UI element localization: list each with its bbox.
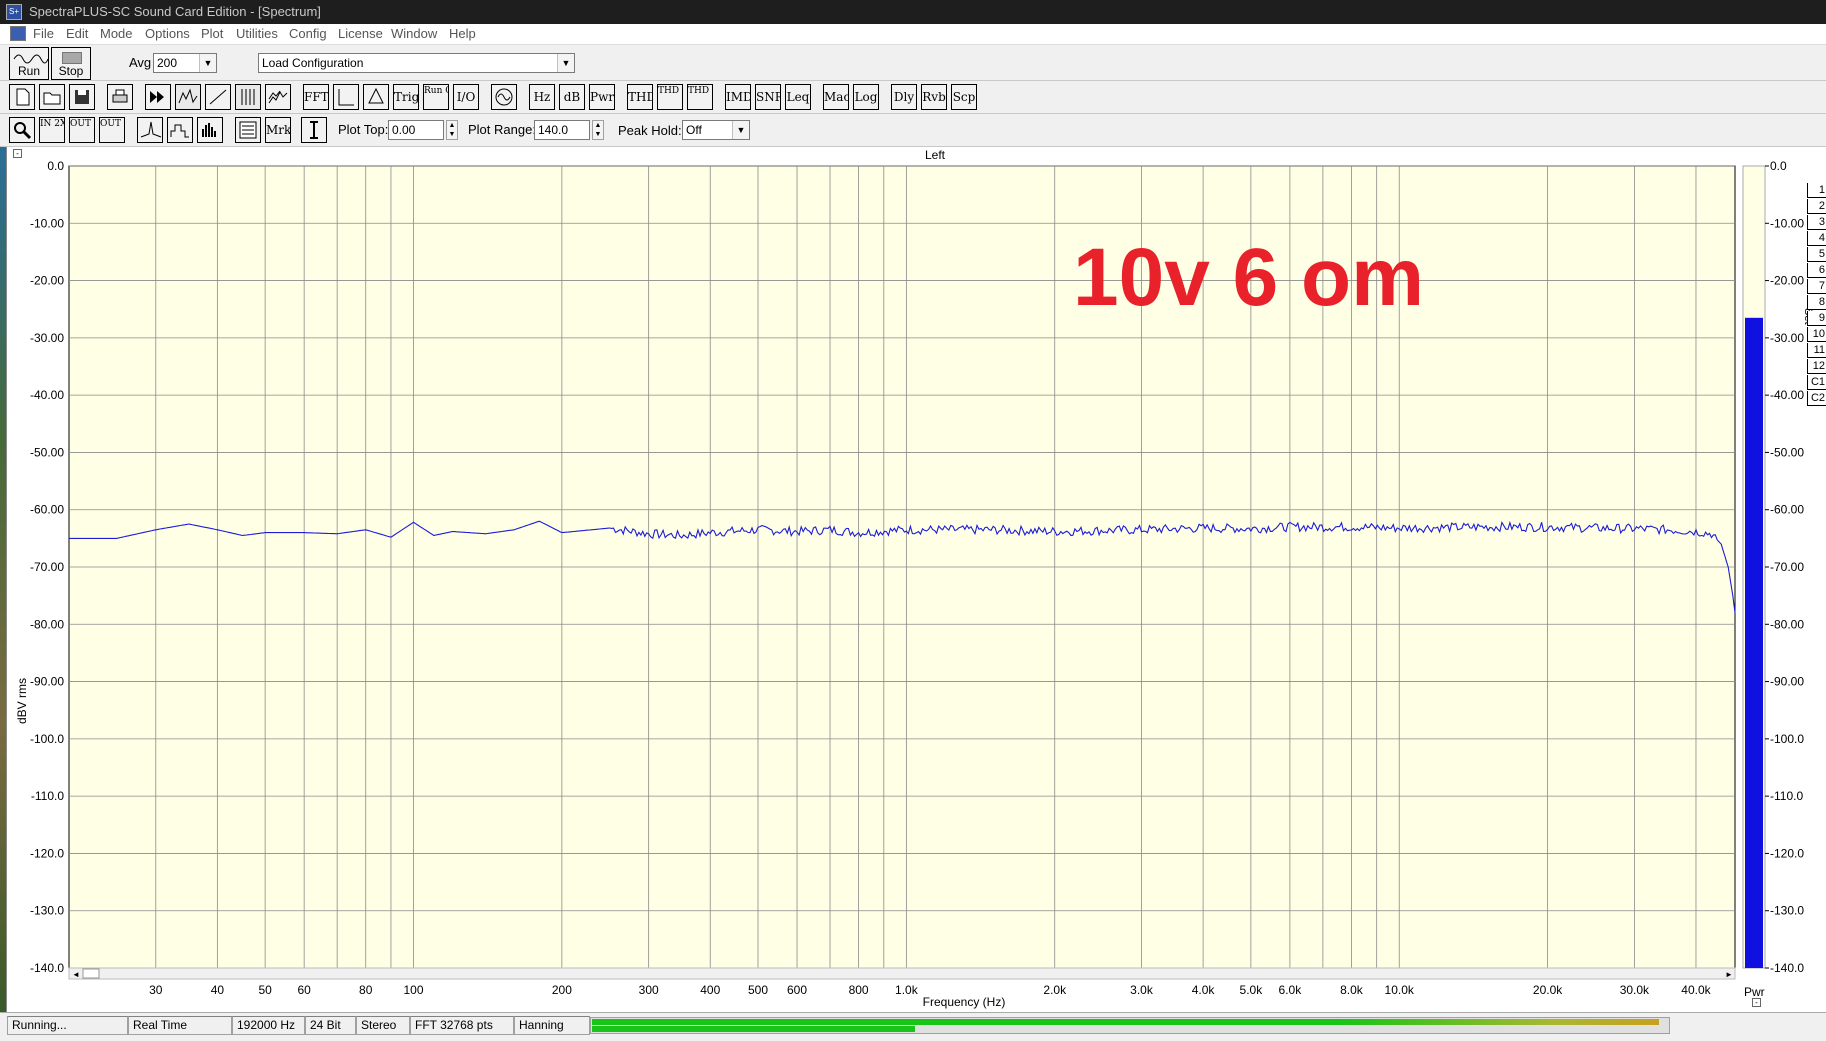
pwr-tick-label: -110.0 <box>1770 789 1803 803</box>
input-level-right <box>592 1026 916 1032</box>
y-tick-label: 0.0 <box>47 159 64 173</box>
y-tick-label: -120.0 <box>30 846 64 860</box>
x-tick-label: 600 <box>787 983 807 997</box>
status-window: Hanning <box>514 1016 590 1035</box>
pwr-tick-label: -130.0 <box>1770 904 1804 918</box>
input-level-meter <box>590 1017 1670 1034</box>
scrollbar-thumb <box>82 968 100 979</box>
x-tick-label: 60 <box>297 983 311 997</box>
x-tick-label: 6.0k <box>1279 983 1303 997</box>
y-tick-label: -60.00 <box>30 503 64 517</box>
x-axis-label: Frequency (Hz) <box>923 995 1006 1009</box>
scroll-right-icon: ► <box>1725 970 1733 979</box>
x-tick-label: 40.0k <box>1681 983 1711 997</box>
y-tick-label: -100.0 <box>30 732 64 746</box>
pwr-tick-label: -140.0 <box>1770 961 1804 975</box>
y-tick-label: -40.00 <box>30 388 64 402</box>
pwr-tick-label: -100.0 <box>1770 732 1804 746</box>
y-tick-label: -30.00 <box>30 331 64 345</box>
y-tick-label: -20.00 <box>30 274 64 288</box>
x-tick-label: 4.0k <box>1192 983 1216 997</box>
x-tick-label: 40 <box>211 983 225 997</box>
pwr-tick-label: -50.00 <box>1770 445 1804 459</box>
spectrum-chart: Left 0.0 -10.00 -20.00 -30.00 -40.00 -50.00 -60… <box>30 148 1804 1009</box>
x-tick-label: 200 <box>552 983 572 997</box>
status-fft-size: FFT 32768 pts <box>410 1016 514 1035</box>
pwr-tick-label: -70.00 <box>1770 560 1804 574</box>
status-bit-depth: 24 Bit <box>305 1016 356 1035</box>
pwr-tick-label: 0.0 <box>1770 159 1787 173</box>
x-tick-label: 30.0k <box>1620 983 1650 997</box>
pwr-tick-label: -80.00 <box>1770 617 1804 631</box>
x-tick-label: 50 <box>258 983 272 997</box>
y-tick-label: -70.00 <box>30 560 64 574</box>
x-tick-label: 800 <box>849 983 869 997</box>
pwr-tick-label: -120.0 <box>1770 846 1804 860</box>
x-tick-label: 10.0k <box>1385 983 1415 997</box>
x-tick-label: 30 <box>149 983 163 997</box>
y-tick-label: -140.0 <box>30 961 64 975</box>
status-channels: Stereo <box>356 1016 410 1035</box>
x-tick-label: 2.0k <box>1043 983 1067 997</box>
y-tick-label: -90.00 <box>30 675 64 689</box>
x-tick-label: 20.0k <box>1533 983 1563 997</box>
chart-title: Left <box>925 148 946 162</box>
x-tick-label: 3.0k <box>1130 983 1154 997</box>
pwr-label: Pwr <box>1744 985 1765 999</box>
x-tick-label: 8.0k <box>1340 983 1364 997</box>
pwr-meter-bar <box>1745 317 1763 968</box>
status-state: Running... <box>7 1016 128 1035</box>
x-tick-label: 300 <box>639 983 659 997</box>
input-level-left <box>592 1019 1660 1025</box>
x-tick-label: 100 <box>403 983 423 997</box>
status-sample-rate: 192000 Hz <box>232 1016 305 1035</box>
pwr-tick-label: -90.00 <box>1770 675 1804 689</box>
pwr-tick-label: -20.00 <box>1770 274 1804 288</box>
y-tick-label: -80.00 <box>30 617 64 631</box>
y-tick-label: -110.0 <box>31 789 64 803</box>
horizontal-scrollbar <box>68 967 1736 980</box>
pwr-tick-label: -30.00 <box>1770 331 1804 345</box>
x-tick-label: 500 <box>748 983 768 997</box>
status-bar: Running... Real Time 192000 Hz 24 Bit St… <box>0 1012 1826 1041</box>
status-mode: Real Time <box>128 1016 232 1035</box>
pwr-tick-label: -40.00 <box>1770 388 1804 402</box>
pwr-tick-label: -10.00 <box>1770 216 1804 230</box>
pwr-tick-label: -60.00 <box>1770 503 1804 517</box>
y-tick-label: -10.00 <box>30 216 64 230</box>
y-tick-label: -130.0 <box>30 904 64 918</box>
annotation-text: 10v 6 om <box>1073 232 1424 323</box>
x-tick-label: 80 <box>359 983 373 997</box>
y-tick-label: -50.00 <box>30 445 64 459</box>
scroll-left-icon: ◄ <box>72 970 80 979</box>
x-tick-label: 5.0k <box>1240 983 1264 997</box>
x-tick-label: 1.0k <box>895 983 919 997</box>
x-tick-label: 400 <box>700 983 720 997</box>
